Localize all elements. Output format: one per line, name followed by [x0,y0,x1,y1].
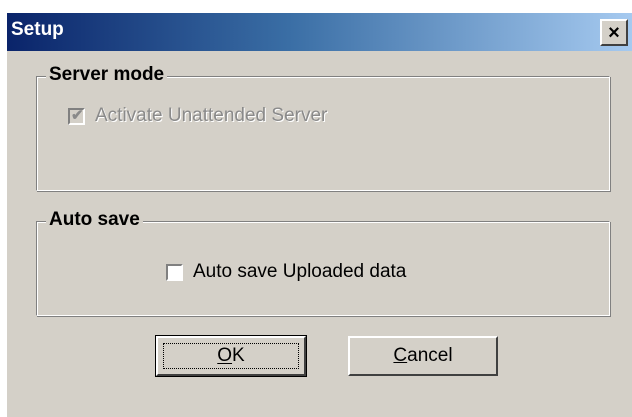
auto-save-uploaded-checkbox[interactable] [166,263,183,281]
close-icon: × [608,21,620,44]
ok-button[interactable]: OK [155,335,307,377]
activate-unattended-server-row: ✔ Activate Unattended Server [68,105,327,127]
cancel-button[interactable]: Cancel [348,336,498,376]
activate-unattended-server-checkbox: ✔ [68,106,85,125]
checkmark-icon: ✔ [71,106,84,124]
auto-save-uploaded-row[interactable]: Auto save Uploaded data [166,261,406,283]
auto-save-uploaded-label[interactable]: Auto save Uploaded data [193,261,406,283]
focus-rect [163,343,299,369]
window-title: Setup [11,19,64,40]
close-button[interactable]: × [600,19,628,46]
setup-dialog: Setup × Server mode ✔ Activate Unattende… [6,12,632,417]
title-bar[interactable]: Setup × [7,13,632,51]
server-mode-group [36,76,610,191]
activate-unattended-server-label: Activate Unattended Server [95,105,328,126]
server-mode-legend: Server mode [46,64,168,86]
auto-save-legend: Auto save [46,209,143,231]
cancel-button-label: Cancel [393,345,453,366]
